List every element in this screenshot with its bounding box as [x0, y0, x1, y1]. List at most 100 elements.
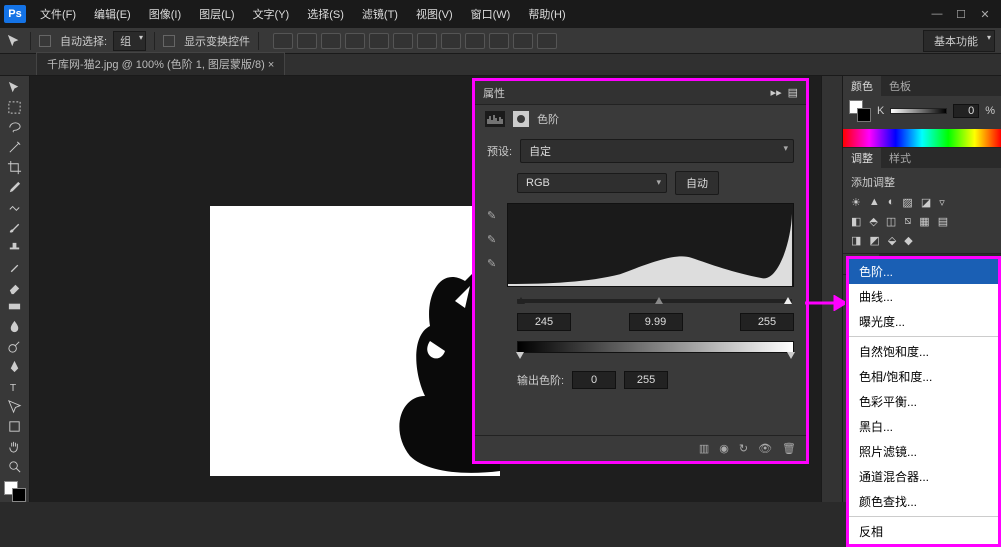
- menu-item-vibrance[interactable]: 自然饱和度...: [849, 339, 998, 364]
- menu-item-balance[interactable]: 色彩平衡...: [849, 389, 998, 414]
- autoselect-checkbox[interactable]: [39, 35, 51, 47]
- k-value[interactable]: 0: [953, 104, 979, 118]
- maximize-icon[interactable]: ☐: [949, 5, 973, 23]
- align-btn[interactable]: [393, 33, 413, 49]
- menu-filter[interactable]: 滤镜(T): [354, 3, 406, 25]
- menu-view[interactable]: 视图(V): [408, 3, 461, 25]
- align-btn[interactable]: [489, 33, 509, 49]
- adj-icon[interactable]: ◐: [888, 196, 895, 209]
- eyedropper-gray-icon[interactable]: ✎: [487, 233, 501, 247]
- input-white-field[interactable]: 255: [740, 313, 794, 331]
- type-tool-icon[interactable]: T: [3, 377, 27, 396]
- menu-item-mixer[interactable]: 通道混合器...: [849, 464, 998, 489]
- eyedropper-black-icon[interactable]: ✎: [487, 209, 501, 223]
- align-btn[interactable]: [417, 33, 437, 49]
- adj-icon[interactable]: ⧅: [904, 215, 911, 228]
- tab-adjustments[interactable]: 调整: [843, 148, 881, 168]
- wand-tool-icon[interactable]: [3, 138, 27, 157]
- output-black-field[interactable]: 0: [572, 371, 616, 389]
- adj-icon[interactable]: ☀: [851, 196, 861, 209]
- crop-tool-icon[interactable]: [3, 158, 27, 177]
- menu-layer[interactable]: 图层(L): [191, 3, 242, 25]
- preset-dropdown[interactable]: 自定: [520, 139, 794, 163]
- black-point-handle[interactable]: [517, 297, 525, 304]
- adj-icon[interactable]: ▦: [919, 215, 929, 228]
- showtransform-checkbox[interactable]: [163, 35, 175, 47]
- channel-dropdown[interactable]: RGB: [517, 173, 667, 193]
- autoselect-dropdown[interactable]: 组: [113, 31, 146, 51]
- align-btn[interactable]: [297, 33, 317, 49]
- menu-item-exposure[interactable]: 曝光度...: [849, 309, 998, 334]
- fgbg-swatch[interactable]: [849, 100, 871, 122]
- color-swatch[interactable]: [4, 481, 26, 502]
- spectrum-bar[interactable]: [843, 129, 1001, 147]
- menu-edit[interactable]: 编辑(E): [86, 3, 139, 25]
- move-tool-icon[interactable]: [3, 78, 27, 97]
- mask-icon[interactable]: [513, 111, 529, 127]
- close-icon[interactable]: ✕: [973, 5, 997, 23]
- shape-tool-icon[interactable]: [3, 417, 27, 436]
- menu-file[interactable]: 文件(F): [32, 3, 84, 25]
- eyedropper-tool-icon[interactable]: [3, 178, 27, 197]
- lasso-tool-icon[interactable]: [3, 118, 27, 137]
- output-white-field[interactable]: 255: [624, 371, 668, 389]
- tab-styles[interactable]: 样式: [881, 148, 919, 168]
- dodge-tool-icon[interactable]: [3, 337, 27, 356]
- eraser-tool-icon[interactable]: [3, 278, 27, 297]
- menu-item-hue[interactable]: 色相/饱和度...: [849, 364, 998, 389]
- out-white-handle[interactable]: [787, 352, 795, 359]
- menu-window[interactable]: 窗口(W): [463, 3, 519, 25]
- adj-icon[interactable]: ◫: [886, 215, 896, 228]
- output-gradient[interactable]: [517, 341, 794, 353]
- marquee-tool-icon[interactable]: [3, 98, 27, 117]
- menu-item-invert[interactable]: 反相: [849, 519, 998, 544]
- path-tool-icon[interactable]: [3, 397, 27, 416]
- pen-tool-icon[interactable]: [3, 357, 27, 376]
- menu-item-bw[interactable]: 黑白...: [849, 414, 998, 439]
- k-slider[interactable]: [890, 108, 947, 114]
- visibility-icon[interactable]: 👁: [758, 442, 772, 455]
- input-slider[interactable]: [517, 299, 792, 303]
- gradient-tool-icon[interactable]: [3, 297, 27, 316]
- input-black-field[interactable]: 245: [517, 313, 571, 331]
- menu-item-curves[interactable]: 曲线...: [849, 284, 998, 309]
- adj-icon[interactable]: ◪: [921, 196, 931, 209]
- document-tab[interactable]: 千库网-猫2.jpg @ 100% (色阶 1, 图层蒙版/8) ×: [36, 52, 285, 75]
- panel-menu-icon[interactable]: ▤: [788, 86, 798, 99]
- adj-icon[interactable]: ◧: [851, 215, 861, 228]
- adj-icon[interactable]: ▲: [869, 196, 880, 209]
- white-point-handle[interactable]: [784, 297, 792, 304]
- menu-type[interactable]: 文字(Y): [245, 3, 298, 25]
- stamp-tool-icon[interactable]: [3, 238, 27, 257]
- align-btn[interactable]: [441, 33, 461, 49]
- auto-button[interactable]: 自动: [675, 171, 719, 195]
- blur-tool-icon[interactable]: [3, 317, 27, 336]
- trash-icon[interactable]: 🗑: [782, 442, 796, 455]
- adj-icon[interactable]: ◩: [869, 234, 879, 247]
- collapsed-panels[interactable]: [821, 76, 843, 502]
- menu-item-photo[interactable]: 照片滤镜...: [849, 439, 998, 464]
- menu-image[interactable]: 图像(I): [141, 3, 189, 25]
- adj-icon[interactable]: ⬘: [869, 215, 877, 228]
- eyedropper-white-icon[interactable]: ✎: [487, 257, 501, 271]
- panel-collapse-icon[interactable]: ▸▸: [771, 86, 782, 99]
- prev-icon[interactable]: ◉: [719, 442, 729, 455]
- clip-icon[interactable]: ▥: [699, 442, 709, 455]
- histogram[interactable]: [507, 203, 794, 287]
- align-btn[interactable]: [465, 33, 485, 49]
- align-btn[interactable]: [537, 33, 557, 49]
- input-gamma-field[interactable]: 9.99: [629, 313, 683, 331]
- adj-icon[interactable]: ◨: [851, 234, 861, 247]
- menu-select[interactable]: 选择(S): [299, 3, 352, 25]
- history-brush-icon[interactable]: [3, 258, 27, 277]
- gamma-handle[interactable]: [655, 297, 663, 304]
- hand-tool-icon[interactable]: [3, 437, 27, 456]
- adj-icon[interactable]: ▿: [939, 196, 945, 209]
- adj-icon[interactable]: ▤: [938, 215, 948, 228]
- workspace-switcher[interactable]: 基本功能: [923, 30, 995, 52]
- menu-help[interactable]: 帮助(H): [520, 3, 573, 25]
- align-btn[interactable]: [345, 33, 365, 49]
- align-btn[interactable]: [369, 33, 389, 49]
- menu-item-levels[interactable]: 色阶...: [849, 259, 998, 284]
- align-btn[interactable]: [273, 33, 293, 49]
